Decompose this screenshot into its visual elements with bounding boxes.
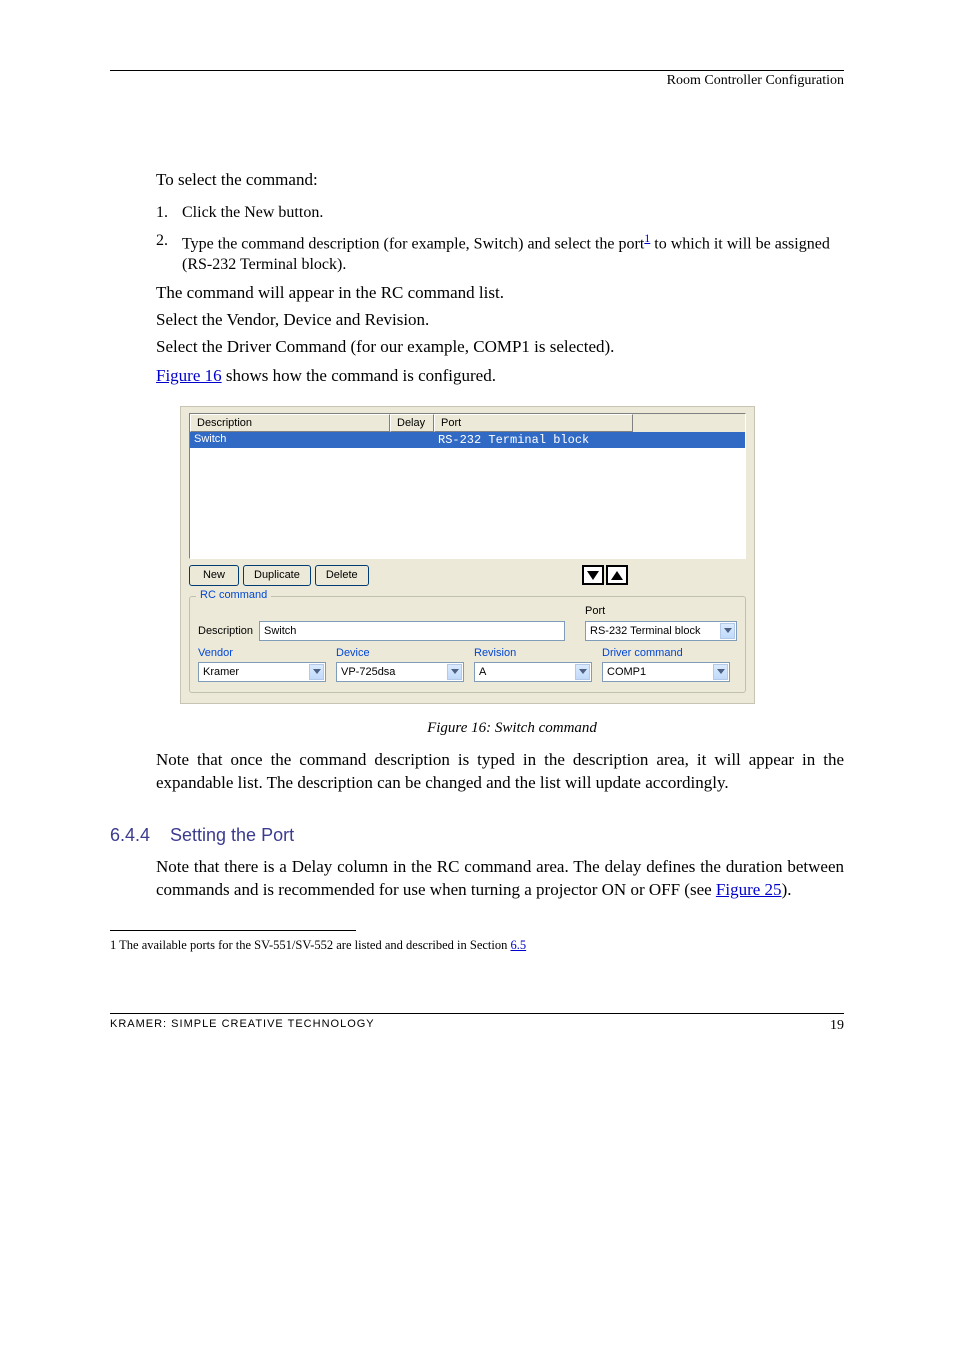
new-button[interactable]: New (189, 565, 239, 586)
section-title: Setting the Port (170, 825, 294, 846)
list2-text: Type the command description (for exampl… (182, 235, 644, 252)
section-num: 6.4.4 (110, 825, 170, 846)
row-description: Switch (190, 432, 390, 448)
triangle-down-icon (587, 571, 599, 580)
row-delay (390, 432, 434, 448)
footnote-section-link[interactable]: 6.5 (511, 938, 527, 952)
driver-command-select[interactable]: COMP1 (602, 662, 730, 682)
description-label: Description (198, 625, 253, 637)
footer-left: KRAMER: SIMPLE CREATIVE TECHNOLOGY (110, 1018, 375, 1034)
p5a: Note that once the command description i… (156, 749, 844, 795)
chevron-down-icon (447, 664, 462, 680)
description-input[interactable]: Switch (259, 621, 565, 641)
fig16-rest: shows how the command is configured. (222, 366, 496, 385)
p3: Select the Vendor, Device and Revision. (156, 309, 844, 332)
duplicate-button[interactable]: Duplicate (243, 565, 311, 586)
list1-num: 1. (156, 202, 182, 224)
revision-select[interactable]: A (474, 662, 592, 682)
row-port: RS-232 Terminal block (434, 432, 633, 448)
revision-label: Revision (474, 647, 592, 659)
col-delay[interactable]: Delay (390, 414, 434, 432)
figure-25-link[interactable]: Figure 25 (716, 880, 782, 899)
table-row[interactable]: Switch RS-232 Terminal block (190, 432, 745, 448)
chevron-down-icon (575, 664, 590, 680)
vendor-select[interactable]: Kramer (198, 662, 326, 682)
move-up-button[interactable] (606, 565, 628, 585)
p5c: ). (782, 880, 792, 899)
p4: Select the Driver Command (for our examp… (156, 336, 844, 359)
figure-16-link[interactable]: Figure 16 (156, 366, 222, 385)
header-right: Room Controller Configuration (110, 73, 844, 89)
intro-line: To select the command: (156, 169, 844, 192)
device-select[interactable]: VP-725dsa (336, 662, 464, 682)
chevron-down-icon (309, 664, 324, 680)
chevron-down-icon (713, 664, 728, 680)
p2: The command will appear in the RC comman… (156, 282, 844, 305)
footnote-text: The available ports for the SV-551/SV-55… (116, 938, 510, 952)
move-down-button[interactable] (582, 565, 604, 585)
delete-button[interactable]: Delete (315, 565, 369, 586)
figure-caption: Figure 16: Switch command (180, 720, 844, 737)
col-port[interactable]: Port (434, 414, 633, 432)
command-table: Description Delay Port Switch RS-232 Ter… (189, 413, 746, 559)
vendor-label: Vendor (198, 647, 326, 659)
driver-command-label: Driver command (602, 647, 730, 659)
footnote: 1 The available ports for the SV-551/SV-… (110, 937, 844, 953)
list2-num: 2. (156, 230, 182, 277)
rc-command-panel: Description Delay Port Switch RS-232 Ter… (180, 406, 755, 704)
chevron-down-icon (720, 623, 735, 639)
device-label: Device (336, 647, 464, 659)
group-title: RC command (196, 589, 271, 601)
port-select[interactable]: RS-232 Terminal block (585, 621, 737, 641)
col-description[interactable]: Description (190, 414, 390, 432)
triangle-up-icon (611, 571, 623, 580)
list1-text: Click the New button. (182, 202, 323, 224)
rc-command-group: RC command x Description Switch Port RS-… (189, 596, 746, 693)
section-heading: 6.4.4 Setting the Port (110, 825, 844, 846)
port-label: Port (585, 605, 737, 621)
page-number: 19 (830, 1018, 844, 1034)
